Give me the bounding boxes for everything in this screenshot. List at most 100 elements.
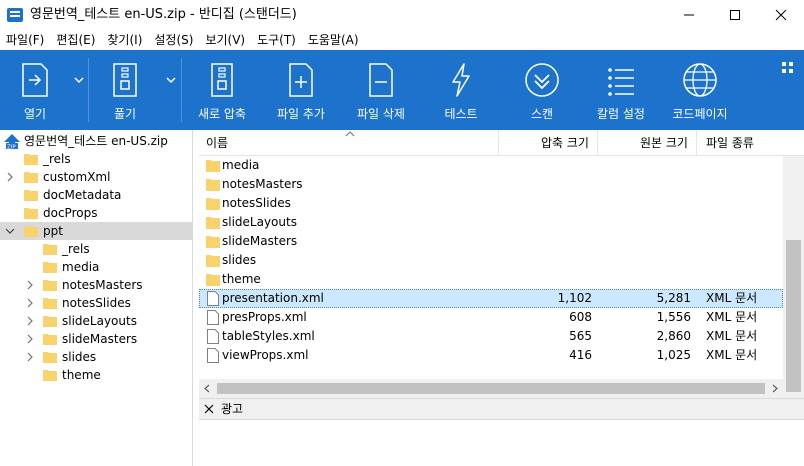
menu-file[interactable]: 파일(F) — [0, 30, 50, 50]
horizontal-scroll-thumb[interactable] — [217, 383, 765, 394]
maximize-button[interactable] — [712, 0, 758, 30]
folder-icon — [43, 334, 57, 345]
close-button[interactable] — [758, 0, 804, 30]
scan-label: 스캔 — [530, 107, 554, 121]
scroll-right-icon[interactable] — [771, 384, 779, 393]
list-item[interactable]: theme — [199, 270, 783, 289]
column-divider[interactable] — [498, 130, 499, 156]
tree-subitem[interactable]: _rels — [0, 240, 193, 258]
list-item[interactable]: presProps.xml 608 1,556 XML 문서 — [199, 308, 783, 327]
open-archive-icon — [22, 63, 48, 97]
folder-icon — [43, 280, 57, 291]
folder-icon — [24, 172, 38, 183]
new-archive-button[interactable]: 새로 압축 — [186, 50, 258, 130]
horizontal-scrollbar[interactable] — [199, 379, 783, 398]
expand-toggle[interactable] — [24, 276, 36, 294]
vertical-scroll-thumb[interactable] — [786, 240, 801, 392]
extract-label: 풀기 — [113, 107, 137, 121]
grid-view-icon[interactable] — [782, 62, 794, 74]
extract-dropdown-button[interactable] — [162, 50, 180, 130]
chevron-right-icon — [27, 334, 33, 344]
tree-subitem-label: notesSlides — [62, 296, 131, 310]
bandizip-app-icon — [7, 8, 23, 22]
column-divider[interactable] — [696, 130, 697, 156]
add-file-icon — [289, 63, 313, 97]
test-button[interactable]: 테스트 — [425, 50, 497, 130]
close-ad-icon[interactable] — [203, 403, 215, 415]
column-header-packed-size[interactable]: 압축 크기 — [541, 130, 589, 156]
tree-subitem-label: slideLayouts — [62, 314, 137, 328]
packed-size: 1,102 — [557, 291, 592, 305]
column-header-name[interactable]: 이름 — [206, 130, 228, 156]
file-icon — [207, 348, 219, 363]
menu-help[interactable]: 도움말(A) — [302, 30, 365, 50]
list-item-selected[interactable]: presentation.xml 1,102 5,281 XML 문서 — [199, 289, 783, 308]
expand-toggle[interactable] — [24, 330, 36, 348]
tree-subitem[interactable]: notesSlides — [0, 294, 193, 312]
list-item[interactable]: media — [199, 156, 783, 175]
scroll-left-icon[interactable] — [203, 384, 211, 393]
tree-subitem[interactable]: theme — [0, 366, 193, 384]
menu-settings[interactable]: 설정(S) — [148, 30, 199, 50]
tree-root[interactable]: ZIP 영문번역_테스트 en-US.zip — [0, 132, 193, 150]
tree-root-label: 영문번역_테스트 en-US.zip — [24, 134, 168, 148]
tree-subitem[interactable]: slides — [0, 348, 193, 366]
file-type: XML 문서 — [706, 291, 758, 305]
expand-toggle[interactable] — [24, 348, 36, 366]
file-icon — [207, 310, 219, 325]
menu-tools[interactable]: 도구(T) — [251, 30, 302, 50]
minimize-button[interactable] — [666, 0, 712, 30]
folder-icon — [24, 190, 38, 201]
folder-icon — [43, 316, 57, 327]
column-settings-button[interactable]: 칼럼 설정 — [585, 50, 657, 130]
extract-button[interactable]: 풀기 — [89, 50, 161, 130]
list-item[interactable]: slides — [199, 251, 783, 270]
title-bar: 영문번역_테스트 en-US.zip - 반디집 (스탠더드) — [0, 0, 804, 30]
folder-icon — [24, 208, 38, 219]
tree-item[interactable]: _rels — [0, 150, 193, 168]
menu-view[interactable]: 보기(V) — [199, 30, 251, 50]
folder-icon — [43, 244, 57, 255]
packed-size: 416 — [569, 348, 592, 362]
globe-icon — [683, 63, 717, 97]
close-icon — [775, 9, 787, 21]
column-divider[interactable] — [597, 130, 598, 156]
column-settings-label: 칼럼 설정 — [597, 107, 645, 121]
codepage-button[interactable]: 코드페이지 — [664, 50, 736, 130]
tree-subitem[interactable]: slideLayouts — [0, 312, 193, 330]
tree-subitem[interactable]: media — [0, 258, 193, 276]
list-item[interactable]: slideMasters — [199, 232, 783, 251]
open-button[interactable]: 열기 — [0, 50, 70, 130]
folder-icon — [43, 352, 57, 363]
tree-subitem[interactable]: slideMasters — [0, 330, 193, 348]
menu-find[interactable]: 찾기(I) — [101, 30, 148, 50]
expand-toggle[interactable] — [4, 168, 16, 186]
add-file-button[interactable]: 파일 추가 — [265, 50, 337, 130]
column-header-original-size[interactable]: 원본 크기 — [640, 130, 688, 156]
file-type: XML 문서 — [706, 329, 758, 343]
column-header-file-type[interactable]: 파일 종류 — [706, 130, 754, 156]
delete-file-button[interactable]: 파일 삭제 — [345, 50, 417, 130]
scan-button[interactable]: 스캔 — [506, 50, 578, 130]
expand-toggle[interactable] — [24, 312, 36, 330]
list-item[interactable]: notesMasters — [199, 175, 783, 194]
list-item[interactable]: slideLayouts — [199, 213, 783, 232]
collapse-toggle[interactable] — [4, 222, 16, 240]
open-dropdown-button[interactable] — [70, 50, 88, 130]
tree-item[interactable]: docMetadata — [0, 186, 193, 204]
tree-subitem[interactable]: notesMasters — [0, 276, 193, 294]
list-item[interactable]: notesSlides — [199, 194, 783, 213]
list-item-name: slideLayouts — [222, 215, 297, 229]
list-item[interactable]: tableStyles.xml 565 2,860 XML 문서 — [199, 327, 783, 346]
expand-toggle[interactable] — [24, 294, 36, 312]
list-item-name: viewProps.xml — [222, 348, 309, 362]
list-item-name: theme — [222, 272, 261, 286]
add-file-label: 파일 추가 — [277, 107, 325, 121]
tree-item[interactable]: docProps — [0, 204, 193, 222]
menu-edit[interactable]: 편집(E) — [50, 30, 101, 50]
file-icon — [207, 291, 219, 306]
list-item[interactable]: viewProps.xml 416 1,025 XML 문서 — [199, 346, 783, 365]
tree-item[interactable]: customXml — [0, 168, 193, 186]
vertical-scrollbar[interactable] — [783, 156, 804, 406]
tree-item-selected[interactable]: ppt — [0, 222, 193, 240]
